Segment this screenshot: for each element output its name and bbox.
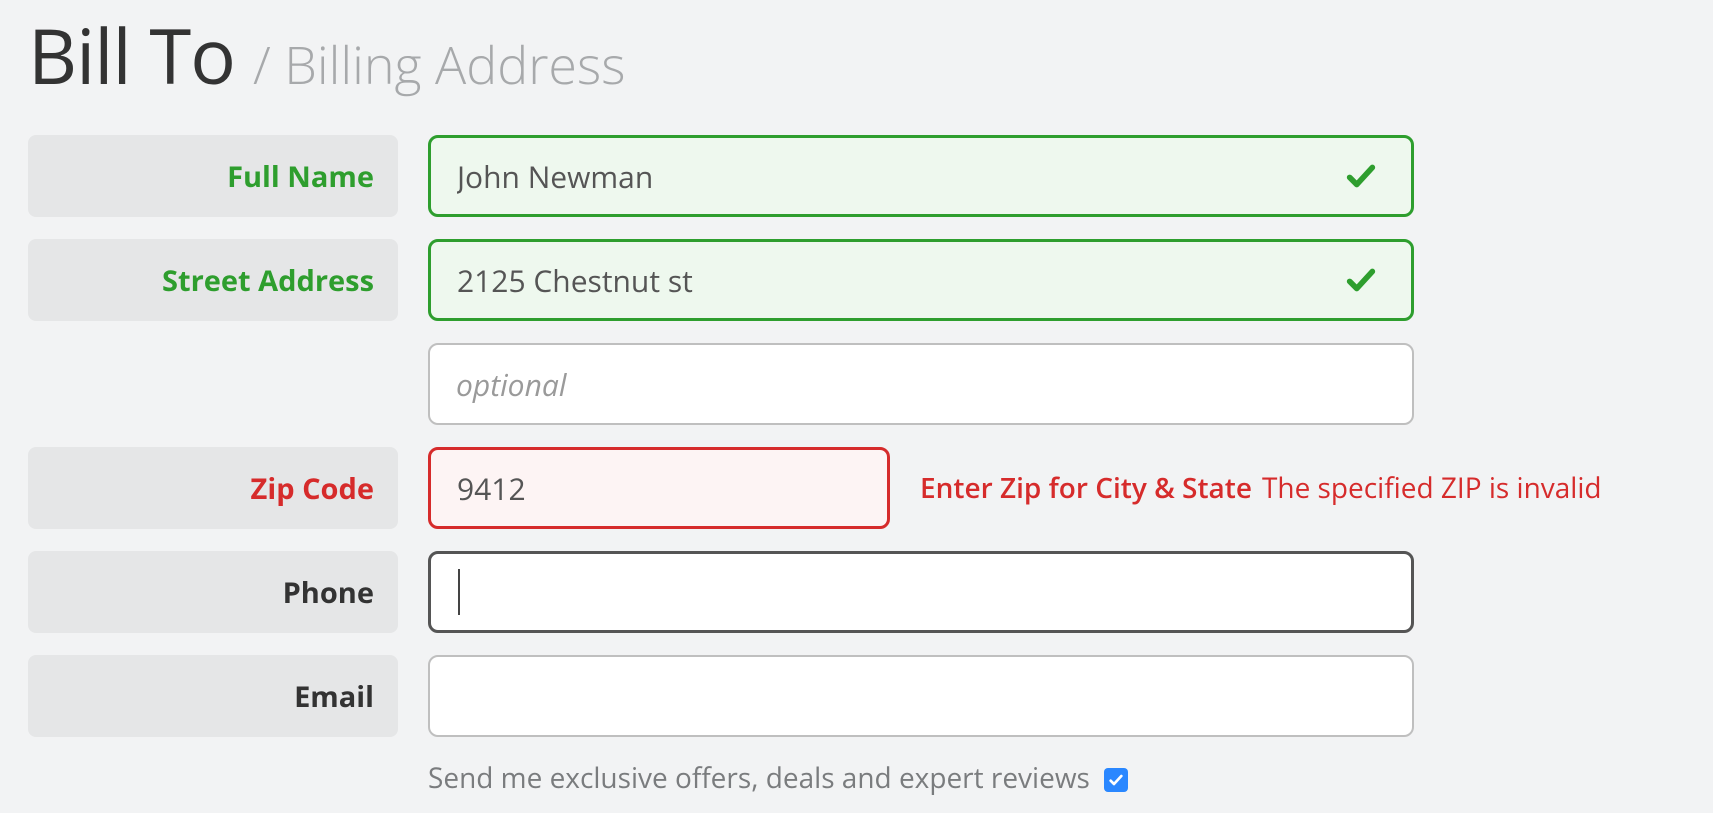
street-address-2-input[interactable] xyxy=(428,343,1414,425)
label-full-name: Full Name xyxy=(28,135,398,217)
consent-text: Send me exclusive offers, deals and expe… xyxy=(428,759,1090,797)
label-email: Email xyxy=(28,655,398,737)
consent-label: Send me exclusive offers, deals and expe… xyxy=(428,759,1128,797)
check-icon xyxy=(1108,772,1124,788)
label-phone: Phone xyxy=(28,551,398,633)
heading-sub: / Billing Address xyxy=(253,29,625,100)
zip-message: Enter Zip for City & State The specified… xyxy=(920,447,1685,529)
email-input[interactable] xyxy=(428,655,1414,737)
email-wrap xyxy=(428,655,1414,737)
row-consent: Send me exclusive offers, deals and expe… xyxy=(28,759,1685,797)
row-email: Email xyxy=(28,655,1685,737)
zip-error: The specified ZIP is invalid xyxy=(1262,469,1602,507)
form-heading: Bill To / Billing Address xyxy=(28,0,1685,107)
row-phone: Phone xyxy=(28,551,1685,633)
full-name-wrap xyxy=(428,135,1414,217)
label-street-address-2 xyxy=(28,343,398,425)
consent-checkbox[interactable] xyxy=(1104,768,1128,792)
full-name-input[interactable] xyxy=(428,135,1414,217)
zip-wrap xyxy=(428,447,890,529)
label-street-address: Street Address xyxy=(28,239,398,321)
row-street-address: Street Address xyxy=(28,239,1685,321)
street-address-wrap xyxy=(428,239,1414,321)
text-cursor xyxy=(458,569,460,615)
phone-wrap xyxy=(428,551,1414,633)
street-address-2-wrap xyxy=(428,343,1414,425)
phone-input[interactable] xyxy=(428,551,1414,633)
zip-input[interactable] xyxy=(428,447,890,529)
check-icon xyxy=(1344,159,1378,193)
zip-hint: Enter Zip for City & State xyxy=(920,469,1252,507)
street-address-input[interactable] xyxy=(428,239,1414,321)
heading-main: Bill To xyxy=(28,4,235,107)
billing-form: Bill To / Billing Address Full Name Stre… xyxy=(0,0,1713,813)
check-icon xyxy=(1344,263,1378,297)
row-zip: Zip Code Enter Zip for City & State The … xyxy=(28,447,1685,529)
row-street-address-2 xyxy=(28,343,1685,425)
row-full-name: Full Name xyxy=(28,135,1685,217)
label-zip: Zip Code xyxy=(28,447,398,529)
